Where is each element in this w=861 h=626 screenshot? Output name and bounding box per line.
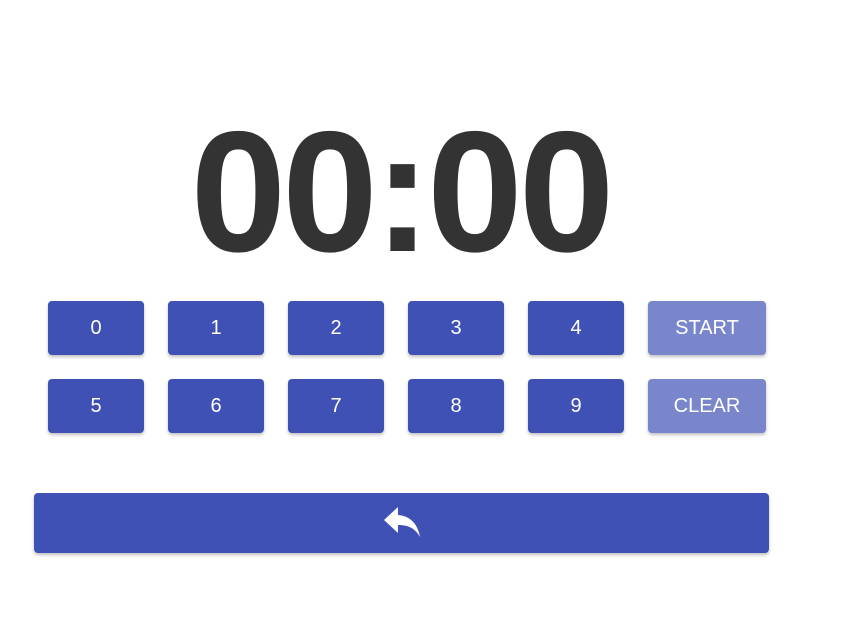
digit-7-button[interactable]: 7: [288, 379, 384, 433]
digit-3-button[interactable]: 3: [408, 301, 504, 355]
digit-2-button[interactable]: 2: [288, 301, 384, 355]
digit-1-button[interactable]: 1: [168, 301, 264, 355]
start-button[interactable]: START: [648, 301, 766, 355]
digit-8-button[interactable]: 8: [408, 379, 504, 433]
digit-9-button[interactable]: 9: [528, 379, 624, 433]
digit-6-button[interactable]: 6: [168, 379, 264, 433]
timer-display: 00:00: [190, 96, 615, 288]
digit-4-button[interactable]: 4: [528, 301, 624, 355]
digit-0-button[interactable]: 0: [48, 301, 144, 355]
reply-arrow-icon: [382, 505, 422, 542]
digit-5-button[interactable]: 5: [48, 379, 144, 433]
clear-button[interactable]: CLEAR: [648, 379, 766, 433]
back-button[interactable]: [34, 493, 769, 553]
